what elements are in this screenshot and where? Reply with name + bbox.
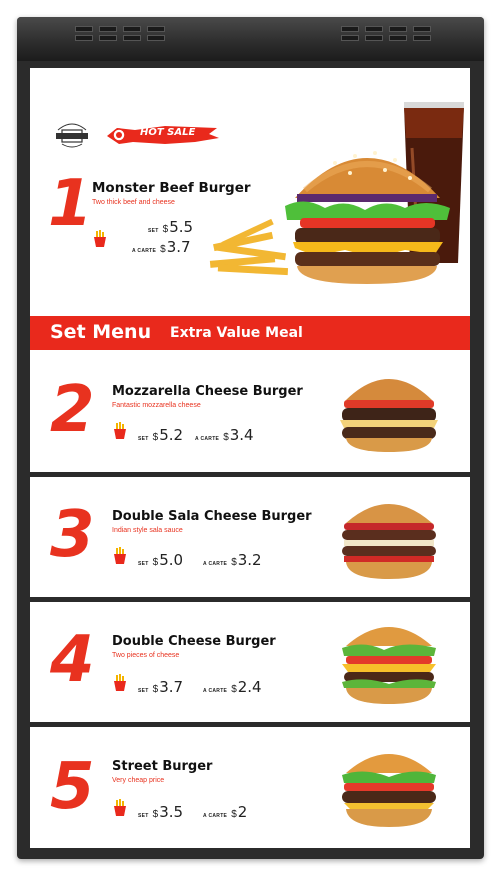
hero-item: HOT SALE 1 Monster Beef Burger Two thick… xyxy=(30,68,470,316)
fries-icon xyxy=(114,422,126,439)
item-prices: SET $ 3.7 A CARTE $ 2.4 xyxy=(138,678,262,696)
item-prices: SET $ 5.0 A CARTE $ 3.2 xyxy=(138,551,262,569)
carte-label: A CARTE xyxy=(203,561,228,567)
hero-subtitle: Two thick beef and cheese xyxy=(92,199,175,206)
item-title: Double Sala Cheese Burger xyxy=(112,509,312,524)
item-number: 2 xyxy=(50,373,95,447)
hero-number: 1 xyxy=(48,167,93,241)
currency-symbol: $ xyxy=(231,684,237,695)
item-subtitle: Very cheap price xyxy=(112,777,165,784)
hero-burger-image xyxy=(285,151,450,284)
carte-price-value: 3.4 xyxy=(229,426,254,444)
banner-title: Set Menu xyxy=(50,321,152,343)
banner-subtitle: Extra Value Meal xyxy=(170,325,303,341)
menu-row: 4 Double Cheese Burger Two pieces of che… xyxy=(30,602,470,727)
set-price-value: 5.5 xyxy=(169,218,194,236)
hero-title: Monster Beef Burger xyxy=(92,180,251,196)
set-label: SET xyxy=(138,561,149,567)
carte-price-value: 3.7 xyxy=(166,238,191,256)
set-label: SET xyxy=(138,436,149,442)
carte-label: A CARTE xyxy=(203,813,228,819)
currency-symbol: $ xyxy=(223,432,229,443)
item-prices: SET $ 3.5 A CARTE $ 2 xyxy=(138,803,247,821)
set-price-value: 3.7 xyxy=(159,678,184,696)
set-menu-banner: Set Menu Extra Value Meal xyxy=(30,316,470,350)
shop-logo-icon xyxy=(56,123,88,148)
item-subtitle: Two pieces of cheese xyxy=(112,652,180,659)
currency-symbol: $ xyxy=(152,809,159,820)
carte-price-value: 3.2 xyxy=(237,551,262,569)
item-prices: SET $ 5.2 A CARTE $ 3.4 xyxy=(138,426,254,444)
menu-screen: HOT SALE 1 Monster Beef Burger Two thick… xyxy=(30,68,470,848)
item-title: Mozzarella Cheese Burger xyxy=(112,384,303,399)
currency-symbol: $ xyxy=(160,244,166,255)
vent-left-icon xyxy=(75,26,165,44)
display-top-bar xyxy=(17,17,484,61)
set-price-value: 5.2 xyxy=(159,426,184,444)
fries-icon xyxy=(114,799,126,816)
burger-image xyxy=(342,754,436,827)
currency-symbol: $ xyxy=(162,224,169,235)
set-label: SET xyxy=(148,228,159,234)
menu-row: 3 Double Sala Cheese Burger Indian style… xyxy=(30,477,470,602)
burger-image xyxy=(340,379,438,452)
currency-symbol: $ xyxy=(231,809,237,820)
item-subtitle: Fantastic mozzarella cheese xyxy=(112,402,201,409)
fries-icon xyxy=(94,230,106,247)
currency-symbol: $ xyxy=(152,557,159,568)
carte-label: A CARTE xyxy=(132,248,157,254)
hero-set-price: SET $ 5.5 xyxy=(148,218,193,236)
item-number: 3 xyxy=(50,498,95,572)
item-subtitle: Indian style sala sauce xyxy=(112,527,183,534)
burger-image xyxy=(342,504,436,579)
menu-row: 2 Mozzarella Cheese Burger Fantastic moz… xyxy=(30,350,470,477)
set-price-value: 3.5 xyxy=(159,803,184,821)
carte-label: A CARTE xyxy=(203,688,228,694)
set-label: SET xyxy=(138,813,149,819)
item-title: Double Cheese Burger xyxy=(112,634,276,649)
currency-symbol: $ xyxy=(231,557,237,568)
hot-sale-badge: HOT SALE xyxy=(140,127,196,138)
burger-image xyxy=(342,627,436,704)
item-title: Street Burger xyxy=(112,759,213,774)
fries-icon xyxy=(114,674,126,691)
item-number: 5 xyxy=(50,750,95,824)
item-number: 4 xyxy=(50,623,95,697)
hero-carte-price: A CARTE $ 3.7 xyxy=(132,238,191,256)
currency-symbol: $ xyxy=(152,432,159,443)
vent-right-icon xyxy=(341,26,431,44)
carte-label: A CARTE xyxy=(195,436,220,442)
set-price-value: 5.0 xyxy=(159,551,184,569)
menu-row: 5 Street Burger Very cheap price SET $ 3… xyxy=(30,727,470,848)
set-label: SET xyxy=(138,688,149,694)
fries-icon xyxy=(114,547,126,564)
carte-price-value: 2 xyxy=(237,803,248,821)
carte-price-value: 2.4 xyxy=(237,678,262,696)
currency-symbol: $ xyxy=(152,684,159,695)
